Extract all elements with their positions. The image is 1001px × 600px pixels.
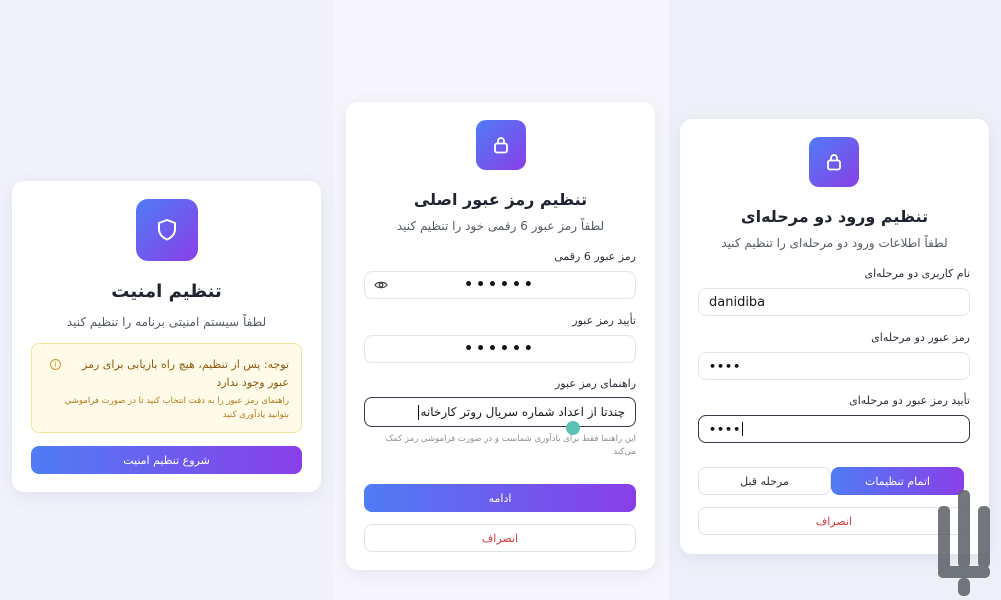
confirm-password-field[interactable]: •••••• bbox=[364, 335, 636, 363]
hint-note: این راهنما فقط برای یادآوری شماست و در ص… bbox=[385, 434, 636, 457]
warning-sub-text: راهنمای رمز عبور را به دقت انتخاب کنید ت… bbox=[64, 396, 289, 420]
shield-icon-box bbox=[136, 199, 198, 261]
page-subtitle: لطفاً اطلاعات ورود دو مرحله‌ای را تنظیم … bbox=[721, 236, 948, 250]
confirm-password-label: تأیید رمز عبور دو مرحله‌ای bbox=[849, 394, 970, 407]
text-cursor bbox=[742, 422, 744, 436]
password-value: •••• bbox=[709, 359, 742, 373]
cancel-button[interactable]: انصراف bbox=[364, 524, 636, 552]
password-label: رمز عبور دو مرحله‌ای bbox=[871, 331, 970, 344]
lock-icon bbox=[494, 137, 508, 154]
warning-main-text: توجه: پس از تنظیم، هیچ راه بازیابی برای … bbox=[82, 358, 289, 389]
username-value: danidiba bbox=[709, 294, 766, 310]
page-subtitle: لطفاً رمز عبور 6 رقمی خود را تنظیم کنید bbox=[396, 219, 605, 233]
password-value: •••••• bbox=[464, 277, 536, 293]
confirm-password-value: •••••• bbox=[464, 341, 536, 357]
page-subtitle: لطفاً سیستم امنیتی برنامه را تنظیم کنید bbox=[66, 315, 267, 329]
page-title: تنظیم ورود دو مرحله‌ای bbox=[740, 207, 929, 226]
hint-label: راهنمای رمز عبور bbox=[555, 377, 636, 390]
warning-box: توجه: پس از تنظیم، هیچ راه بازیابی برای … bbox=[31, 343, 302, 433]
page-title: تنظیم رمز عبور اصلی bbox=[413, 190, 588, 209]
username-field[interactable]: danidiba bbox=[698, 288, 970, 316]
lock-icon-box bbox=[476, 120, 526, 170]
lock-icon-box bbox=[809, 137, 859, 187]
hint-field[interactable]: چندتا از اعداد شماره سریال روتر کارخانه bbox=[364, 397, 636, 427]
password-field[interactable]: •••• bbox=[698, 352, 970, 380]
password-label: رمز عبور 6 رقمی bbox=[554, 250, 636, 263]
lock-icon bbox=[827, 154, 841, 171]
start-security-button[interactable]: شروع تنظیم امنیت bbox=[31, 446, 302, 474]
page-title: تنظیم امنیت bbox=[111, 281, 222, 302]
password-field[interactable]: •••••• bbox=[364, 271, 636, 299]
shield-icon bbox=[158, 219, 176, 241]
text-cursor bbox=[418, 404, 420, 420]
confirm-password-field[interactable]: •••• bbox=[698, 415, 970, 443]
info-icon: i bbox=[50, 359, 61, 370]
username-label: نام کاربری دو مرحله‌ای bbox=[864, 267, 970, 280]
continue-button[interactable]: ادامه bbox=[364, 484, 636, 512]
store-logo-watermark bbox=[938, 490, 990, 596]
security-setup-card: تنظیم امنیت لطفاً سیستم امنیتی برنامه را… bbox=[12, 181, 321, 492]
previous-step-button[interactable]: مرحله قبل bbox=[698, 467, 831, 495]
eye-icon[interactable] bbox=[374, 280, 388, 290]
hint-value: چندتا از اعداد شماره سریال روتر کارخانه bbox=[420, 405, 625, 419]
main-password-card: تنظیم رمز عبور اصلی لطفاً رمز عبور 6 رقم… bbox=[346, 102, 655, 570]
confirm-password-label: تأیید رمز عبور bbox=[572, 314, 636, 327]
confirm-password-value: •••• bbox=[709, 422, 742, 436]
